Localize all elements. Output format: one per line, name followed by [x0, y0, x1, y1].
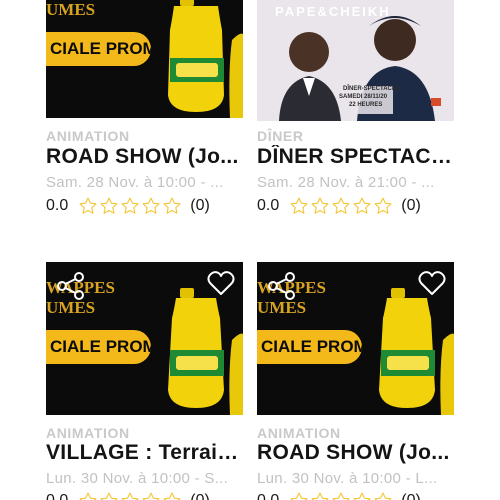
star-outline-icon[interactable]: [78, 196, 98, 216]
star-outline-icon[interactable]: [120, 491, 140, 500]
star-outline-icon[interactable]: [141, 196, 161, 216]
poster-line: SAMEDI 28/11/20: [339, 94, 388, 100]
share-icon[interactable]: [267, 272, 297, 300]
event-category: DÎNER: [257, 128, 304, 144]
event-title[interactable]: VILLAGE : Terrain...: [46, 441, 246, 465]
event-title[interactable]: ROAD SHOW (Jo...: [257, 441, 457, 465]
star-outline-icon[interactable]: [352, 491, 372, 500]
star-outline-icon[interactable]: [331, 491, 351, 500]
event-card[interactable]: WAPPES UMES CIALE PROMO ANIMATION VILLAG…: [46, 262, 246, 500]
event-rating: 0.0 (0): [46, 490, 210, 500]
share-icon[interactable]: [56, 272, 86, 300]
event-card[interactable]: UMES CIALE PROMO ANIMATION ROAD SHOW (Jo…: [46, 0, 243, 220]
event-title[interactable]: DÎNER SPECTACL...: [257, 145, 457, 169]
event-image[interactable]: WAPPES UMES CIALE PROMO: [257, 262, 454, 415]
star-outline-icon[interactable]: [99, 491, 119, 500]
star-outline-icon[interactable]: [141, 491, 161, 500]
event-image[interactable]: WAPPES UMES CIALE PROMO: [46, 262, 243, 415]
star-outline-icon[interactable]: [373, 491, 393, 500]
event-rating: 0.0 (0): [257, 195, 421, 217]
event-rating: 0.0 (0): [46, 195, 210, 217]
rating-value: 0.0: [257, 197, 280, 214]
rating-count: (0): [190, 197, 210, 214]
event-date: Lun. 30 Nov. à 10:00 - S...: [46, 470, 229, 487]
event-category: ANIMATION: [257, 425, 341, 441]
event-card[interactable]: WAPPES UMES CIALE PROMO ANIMATION ROAD S…: [257, 262, 454, 500]
rating-value: 0.0: [46, 492, 68, 500]
rating-count: (0): [401, 197, 421, 214]
star-outline-icon[interactable]: [78, 491, 98, 500]
event-image[interactable]: PAPE&CHEIKH DÎNER-SPECTACLE SAMEDI 28/11…: [257, 0, 454, 121]
rating-value: 0.0: [257, 492, 279, 500]
poster-title: PAPE&CHEIKH: [275, 4, 391, 19]
star-outline-icon[interactable]: [310, 196, 330, 216]
event-image[interactable]: UMES CIALE PROMO: [46, 0, 243, 118]
star-outline-icon[interactable]: [352, 196, 372, 216]
star-outline-icon[interactable]: [120, 196, 140, 216]
rating-stars: [78, 196, 182, 216]
rating-count: (0): [190, 492, 210, 500]
soda-bottle-icon: [168, 0, 243, 118]
poster-line: 22 HEURES: [349, 102, 383, 108]
event-category: ANIMATION: [46, 128, 130, 144]
heart-outline-icon[interactable]: [207, 270, 235, 296]
heart-outline-icon[interactable]: [418, 270, 446, 296]
rating-count: (0): [401, 492, 421, 500]
event-card[interactable]: PAPE&CHEIKH DÎNER-SPECTACLE SAMEDI 28/11…: [257, 0, 457, 220]
star-outline-icon[interactable]: [373, 196, 393, 216]
poster-line: DÎNER-SPECTACLE: [343, 86, 400, 92]
event-date: Lun. 30 Nov. à 10:00 - L...: [257, 470, 438, 487]
event-category: ANIMATION: [46, 425, 130, 441]
event-date: Sam. 28 Nov. à 10:00 - ...: [46, 174, 224, 191]
star-outline-icon[interactable]: [99, 196, 119, 216]
star-outline-icon[interactable]: [289, 491, 309, 500]
star-outline-icon[interactable]: [162, 196, 182, 216]
star-outline-icon[interactable]: [310, 491, 330, 500]
rating-stars: [78, 491, 182, 500]
event-rating: 0.0 (0): [257, 490, 421, 500]
rating-stars: [289, 491, 393, 500]
star-outline-icon[interactable]: [331, 196, 351, 216]
event-date: Sam. 28 Nov. à 21:00 - ...: [257, 174, 435, 191]
rating-value: 0.0: [46, 197, 69, 214]
event-title[interactable]: ROAD SHOW (Jo...: [46, 145, 246, 169]
rating-stars: [289, 196, 393, 216]
star-outline-icon[interactable]: [162, 491, 182, 500]
star-outline-icon[interactable]: [289, 196, 309, 216]
